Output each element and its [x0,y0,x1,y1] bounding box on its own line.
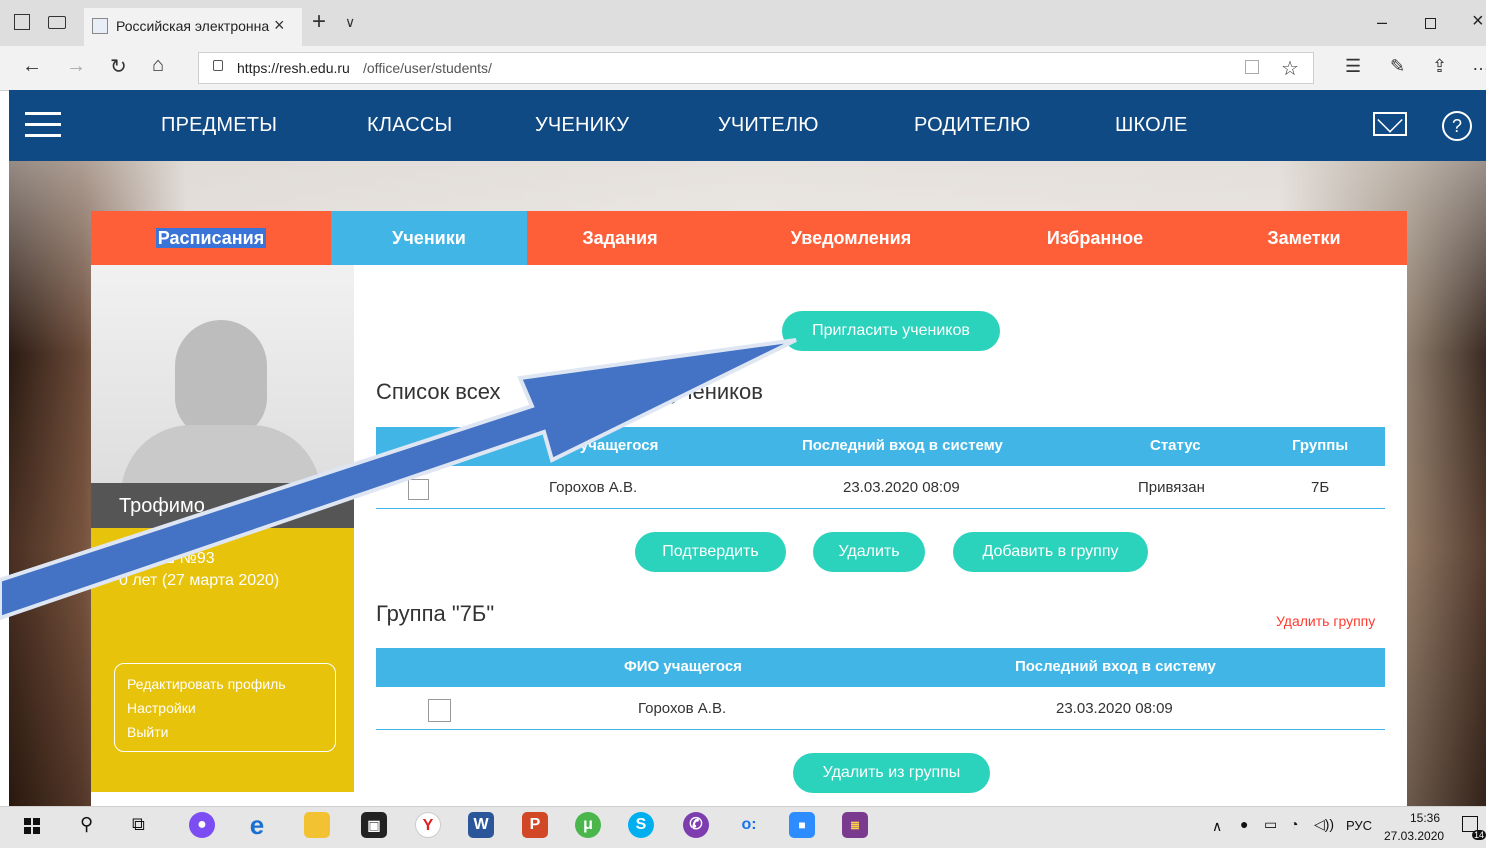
notification-count: 14 [1472,830,1486,840]
clock-date[interactable]: 27.03.2020 [1384,829,1444,843]
battery-icon[interactable]: ▭ [1264,816,1277,833]
annotation-arrow-shape [0,338,797,621]
zoom-icon[interactable]: ■ [789,812,815,838]
volume-icon[interactable]: ◁)) [1314,816,1334,833]
clock-time[interactable]: 15:36 [1410,811,1440,825]
word-icon[interactable]: W [468,812,494,838]
powerpoint-icon[interactable]: P [522,812,548,838]
store-icon[interactable]: ▣ [361,812,387,838]
file-explorer-icon[interactable] [304,812,330,838]
tray-mic-icon[interactable]: ● [1240,816,1248,832]
skype-icon[interactable]: S [628,812,654,838]
language-indicator[interactable]: РУС [1346,818,1372,833]
windows-start-icon[interactable] [24,818,40,834]
tray-chevron-icon[interactable]: ∧ [1212,818,1222,835]
ok-icon[interactable]: o: [736,812,762,838]
viber-icon[interactable]: ✆ [683,812,709,838]
yandex-browser-icon[interactable]: Y [415,812,441,838]
wifi-icon[interactable]: ◔ [1290,816,1298,832]
cortana-icon[interactable]: ● [189,812,215,838]
task-view-icon[interactable]: ⧉ [132,814,145,835]
edge-icon[interactable]: e [244,812,270,838]
annotation-arrow [0,338,797,621]
winrar-icon[interactable]: ≣ [842,812,868,838]
search-icon[interactable]: ⚲ [80,814,93,835]
utorrent-icon[interactable]: μ [575,812,601,838]
